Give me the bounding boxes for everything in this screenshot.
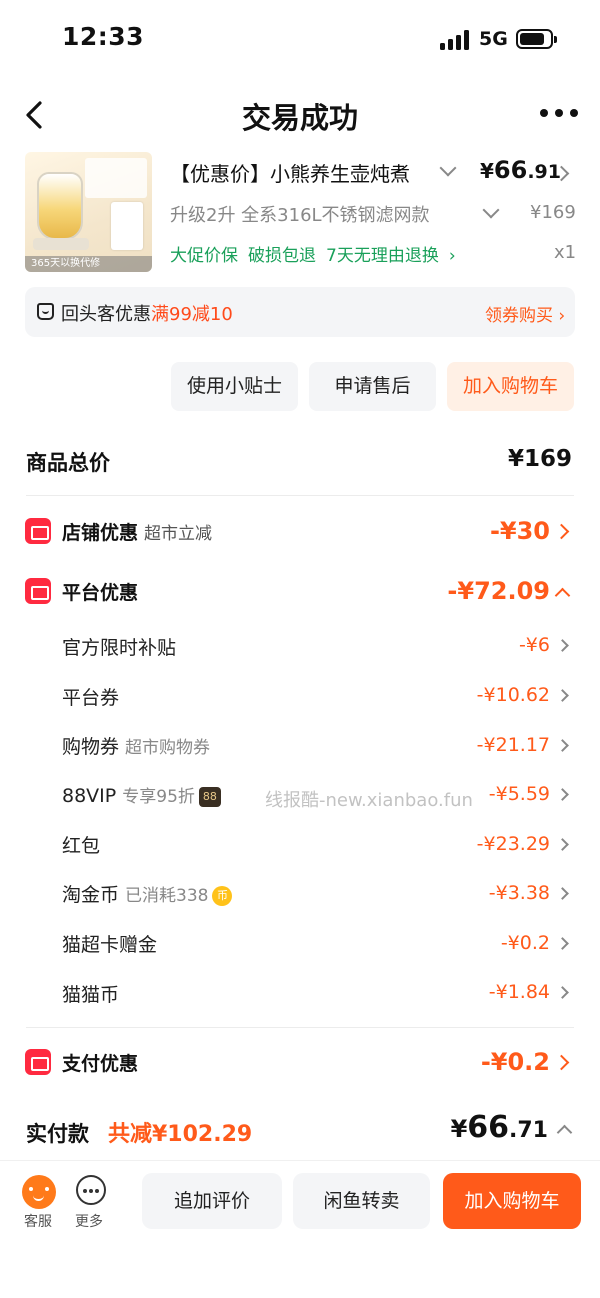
chevron-right-icon: ›	[448, 246, 456, 266]
more-icon[interactable]	[76, 1175, 106, 1205]
store-discount-icon	[25, 518, 51, 544]
platform-discount-icon	[25, 578, 51, 604]
product-original-price: ¥169	[530, 202, 576, 223]
more-label[interactable]: 更多	[75, 1211, 103, 1231]
list-item-label: 平台券	[62, 687, 120, 709]
bottom-add-to-cart-button[interactable]: 加入购物车	[443, 1173, 581, 1229]
list-item-value[interactable]: -¥23.29	[477, 833, 550, 855]
list-item-label: 淘金币 已消耗338 币	[62, 880, 233, 907]
chevron-right-icon[interactable]	[556, 739, 569, 752]
product-price: ¥66.91	[480, 156, 561, 184]
list-item-value[interactable]: -¥1.84	[489, 981, 550, 1003]
product-name[interactable]: 【优惠价】小熊养生壶炖煮	[170, 158, 470, 187]
chevron-right-icon[interactable]	[556, 639, 569, 652]
chevron-up-icon[interactable]	[554, 587, 571, 604]
coin-icon: 币	[212, 886, 233, 906]
aftersale-button[interactable]: 申请售后	[309, 362, 436, 411]
service-price-protect: 大促价保	[170, 246, 238, 266]
battery-icon	[516, 29, 557, 49]
divider	[26, 1027, 574, 1028]
chevron-down-icon[interactable]	[482, 201, 500, 219]
add-to-cart-button[interactable]: 加入购物车	[447, 362, 574, 411]
customer-service-icon[interactable]	[22, 1175, 56, 1209]
payment-discount-label: 支付优惠	[62, 1053, 139, 1075]
store-discount-label: 店铺优惠 超市立减	[62, 522, 213, 544]
chevron-right-icon[interactable]	[556, 689, 569, 702]
list-item-value[interactable]: -¥5.59	[489, 783, 550, 805]
list-item-label: 官方限时补贴	[62, 637, 177, 659]
product-image-strip: 365天以换代修	[25, 256, 152, 272]
list-item-label: 猫超卡赠金	[62, 934, 158, 956]
bottom-action-bar: 客服 更多 追加评价 闲鱼转卖 加入购物车	[0, 1160, 600, 1298]
total-paid-value[interactable]: ¥66.71	[451, 1110, 548, 1145]
list-item-value[interactable]: -¥0.2	[501, 932, 550, 954]
chevron-right-icon[interactable]	[553, 523, 570, 540]
watermark: 线报酷-new.xianbao.fun	[265, 790, 473, 811]
list-item-label: 88VIP 专享95折 88	[62, 782, 221, 807]
coupon-label: 回头客优惠满99减10	[61, 304, 233, 325]
product-card[interactable]: 365天以换代修 【优惠价】小熊养生壶炖煮 ¥66.91 升级2升 全系316L…	[0, 148, 600, 278]
goods-total-value: ¥169	[507, 446, 572, 472]
chevron-right-icon[interactable]	[556, 887, 569, 900]
status-bar: 12:33 5G	[0, 0, 600, 80]
shopping-bag-icon	[37, 303, 54, 320]
total-saved: 共减¥102.29	[108, 1122, 253, 1147]
list-item-label: 购物券 超市购物券	[62, 736, 211, 758]
product-quantity: x1	[554, 242, 577, 263]
chevron-right-icon[interactable]	[556, 986, 569, 999]
tips-button[interactable]: 使用小贴士	[171, 362, 298, 411]
chevron-right-icon[interactable]	[556, 838, 569, 851]
nav-bar: 交易成功	[0, 85, 600, 147]
list-item-value[interactable]: -¥21.17	[477, 734, 550, 756]
store-discount-value[interactable]: -¥30	[490, 517, 550, 545]
network-label: 5G	[479, 28, 508, 50]
list-item-value[interactable]: -¥6	[519, 634, 550, 656]
product-spec[interactable]: 升级2升 全系316L不锈钢滤网款	[170, 201, 468, 227]
payment-discount-icon	[25, 1049, 51, 1075]
status-time: 12:33	[62, 22, 145, 51]
list-item-value[interactable]: -¥10.62	[477, 684, 550, 706]
vip-88-badge: 88	[198, 787, 221, 807]
list-item-label: 猫猫币	[62, 984, 120, 1006]
chevron-right-icon[interactable]	[556, 937, 569, 950]
more-menu-button[interactable]	[540, 109, 580, 121]
returning-customer-coupon[interactable]: 回头客优惠满99减10 领券购买 ›	[25, 287, 575, 337]
page-title: 交易成功	[241, 101, 358, 135]
product-services[interactable]: 大促价保 破损包退 7天无理由退换 ›	[170, 241, 466, 266]
payment-discount-value[interactable]: -¥0.2	[481, 1048, 550, 1076]
coupon-claim-link[interactable]: 领券购买 ›	[485, 301, 565, 326]
chevron-up-icon[interactable]	[556, 1124, 573, 1141]
chevron-right-icon[interactable]	[556, 788, 569, 801]
platform-discount-label: 平台优惠	[62, 582, 139, 604]
add-review-button[interactable]: 追加评价	[142, 1173, 282, 1229]
customer-service-label[interactable]: 客服	[24, 1211, 52, 1231]
list-item-value[interactable]: -¥3.38	[489, 882, 550, 904]
chevron-right-icon[interactable]	[553, 1054, 570, 1071]
divider	[26, 495, 574, 496]
resell-button[interactable]: 闲鱼转卖	[293, 1173, 430, 1229]
goods-total-label: 商品总价	[26, 451, 110, 475]
total-paid-label: 实付款	[26, 1122, 89, 1146]
service-damage-return: 破损包退	[248, 246, 316, 266]
signal-icon	[440, 30, 470, 50]
platform-discount-value[interactable]: -¥72.09	[447, 577, 550, 605]
list-item-label: 红包	[62, 835, 101, 857]
product-image[interactable]: 365天以换代修	[25, 152, 152, 272]
service-7day-return: 7天无理由退换	[326, 246, 439, 266]
